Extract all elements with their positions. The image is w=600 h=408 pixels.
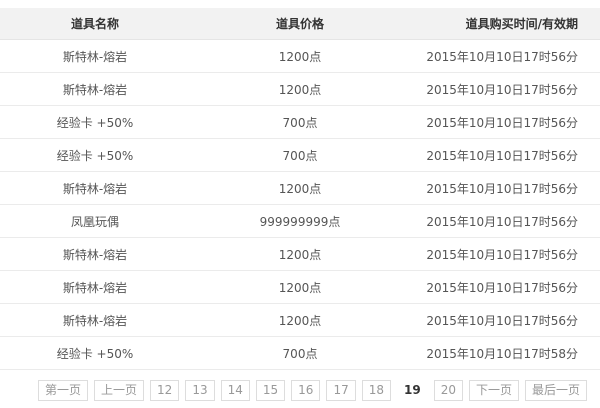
items-table: 道具名称 道具价格 道具购买时间/有效期 斯特林-熔岩 1200点 2015年1… (0, 8, 600, 370)
first-page-button[interactable]: 第一页 (38, 379, 89, 401)
purchase-time: 2015年10月10日17时56分 (410, 204, 600, 238)
prev-page-button[interactable]: 上一页 (94, 379, 145, 401)
item-name: 斯特林-熔岩 (0, 303, 190, 337)
table-row: 凤凰玩偶 999999999点 2015年10月10日17时56分 (0, 204, 600, 238)
current-page-19: 19 (397, 379, 428, 401)
item-name: 斯特林-熔岩 (0, 270, 190, 304)
item-name: 斯特林-熔岩 (0, 39, 190, 73)
header-item-name: 道具名称 (0, 8, 190, 40)
item-name: 斯特林-熔岩 (0, 171, 190, 205)
header-item-price: 道具价格 (190, 8, 410, 40)
page-15-button[interactable]: 15 (255, 379, 286, 401)
purchase-time: 2015年10月10日17时56分 (410, 138, 600, 172)
table-row: 斯特林-熔岩 1200点 2015年10月10日17时56分 (0, 237, 600, 271)
item-price: 999999999点 (190, 204, 410, 238)
purchase-time: 2015年10月10日17时56分 (410, 72, 600, 106)
page-20-button[interactable]: 20 (433, 379, 463, 401)
page-18-button[interactable]: 18 (361, 379, 391, 401)
purchase-time: 2015年10月10日17时56分 (410, 171, 600, 205)
purchase-time: 2015年10月10日17时56分 (410, 105, 600, 139)
item-price: 1200点 (190, 39, 410, 73)
table-row: 斯特林-熔岩 1200点 2015年10月10日17时56分 (0, 303, 600, 337)
item-price: 700点 (190, 138, 410, 172)
page-17-button[interactable]: 17 (326, 379, 356, 401)
item-name: 斯特林-熔岩 (0, 237, 190, 271)
table-row: 斯特林-熔岩 1200点 2015年10月10日17时56分 (0, 171, 600, 205)
item-price: 700点 (190, 105, 410, 139)
page-13-button[interactable]: 13 (185, 379, 215, 401)
table-row: 经验卡 +50% 700点 2015年10月10日17时56分 (0, 105, 600, 139)
item-name: 经验卡 +50% (0, 336, 190, 370)
item-name: 经验卡 +50% (0, 138, 190, 172)
item-price: 1200点 (190, 171, 410, 205)
purchase-time: 2015年10月10日17时56分 (410, 39, 600, 73)
purchase-time: 2015年10月10日17时56分 (410, 303, 600, 337)
table-row: 斯特林-熔岩 1200点 2015年10月10日17时56分 (0, 39, 600, 73)
table-header-row: 道具名称 道具价格 道具购买时间/有效期 (0, 8, 600, 40)
table-row: 斯特林-熔岩 1200点 2015年10月10日17时56分 (0, 72, 600, 106)
purchase-history: 道具名称 道具价格 道具购买时间/有效期 斯特林-熔岩 1200点 2015年1… (0, 0, 600, 408)
table-row: 经验卡 +50% 700点 2015年10月10日17时58分 (0, 336, 600, 370)
item-name: 经验卡 +50% (0, 105, 190, 139)
item-name: 斯特林-熔岩 (0, 72, 190, 106)
item-price: 700点 (190, 336, 410, 370)
page-16-button[interactable]: 16 (291, 379, 321, 401)
item-price: 1200点 (190, 72, 410, 106)
table-row: 斯特林-熔岩 1200点 2015年10月10日17时56分 (0, 270, 600, 304)
table-row: 经验卡 +50% 700点 2015年10月10日17时56分 (0, 138, 600, 172)
purchase-time: 2015年10月10日17时56分 (410, 237, 600, 271)
item-price: 1200点 (190, 270, 410, 304)
item-name: 凤凰玩偶 (0, 204, 190, 238)
page-14-button[interactable]: 14 (220, 379, 250, 401)
purchase-time: 2015年10月10日17时58分 (410, 336, 600, 370)
last-page-button[interactable]: 最后一页 (525, 379, 588, 401)
pagination: 第一页 上一页 12 13 14 15 16 17 18 19 20 下一页 最… (38, 379, 588, 401)
next-page-button[interactable]: 下一页 (468, 379, 519, 401)
purchase-time: 2015年10月10日17时56分 (410, 270, 600, 304)
item-price: 1200点 (190, 303, 410, 337)
page-12-button[interactable]: 12 (150, 379, 180, 401)
header-purchase-time: 道具购买时间/有效期 (410, 8, 600, 40)
item-price: 1200点 (190, 237, 410, 271)
